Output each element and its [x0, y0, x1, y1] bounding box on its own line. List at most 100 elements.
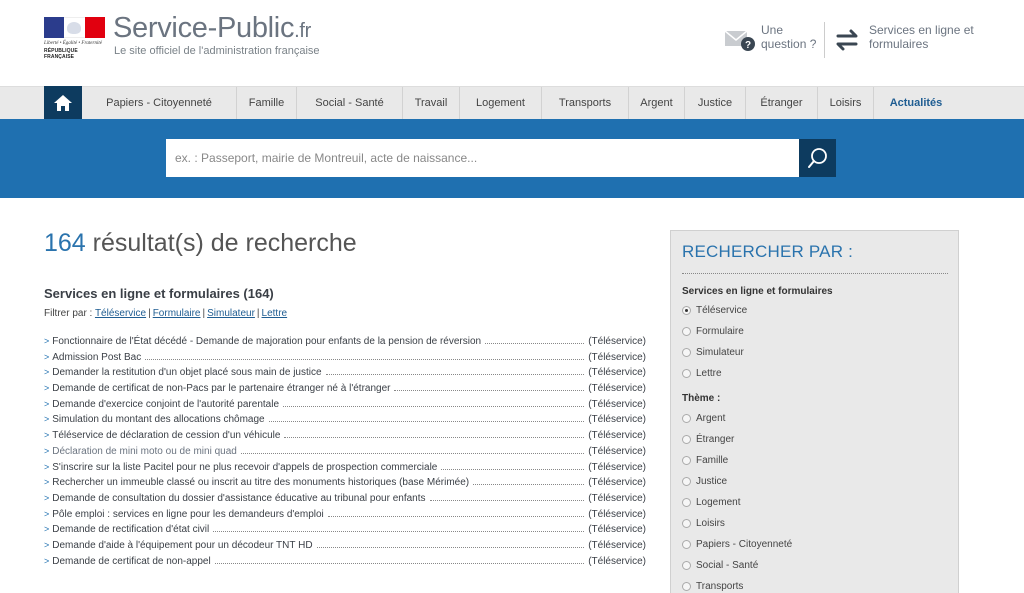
result-title[interactable]: Fonctionnaire de l'État décédé - Demande… [52, 336, 481, 347]
radio-button[interactable] [682, 305, 691, 315]
chevron-right-icon: > [44, 492, 50, 503]
result-title[interactable]: Rechercher un immeuble classé ou inscrit… [52, 477, 469, 488]
result-row[interactable]: > Téléservice de déclaration de cession d… [44, 430, 646, 446]
radio-button[interactable] [682, 518, 691, 528]
result-row[interactable]: > Demande de rectification d'état civil (T… [44, 524, 646, 540]
nav-item-argent[interactable]: Argent [629, 87, 685, 119]
radio-button[interactable] [682, 455, 691, 465]
radio-button[interactable] [682, 476, 691, 486]
radio-option-papiers[interactable]: Papiers - Citoyenneté [682, 537, 792, 551]
sidebar-title: RECHERCHER PAR : [682, 242, 854, 261]
radio-label: Justice [696, 475, 728, 487]
nav-item-transports[interactable]: Transports [542, 87, 629, 119]
filter-lettre-link[interactable]: Lettre [262, 308, 288, 319]
result-row[interactable]: > Admission Post Bac (Téléservice) [44, 352, 646, 368]
radio-button[interactable] [682, 497, 691, 507]
radio-button[interactable] [682, 413, 691, 423]
result-row[interactable]: > Demande de certificat de non-Pacs par l… [44, 383, 646, 399]
radio-label: Transports [696, 580, 744, 592]
filter-formulaire-link[interactable]: Formulaire [153, 308, 201, 319]
radio-option-formulaire[interactable]: Formulaire [682, 324, 744, 338]
radio-option-teleservice[interactable]: Téléservice [682, 303, 747, 317]
site-name: Service-Public [113, 12, 295, 44]
result-title[interactable]: Téléservice de déclaration de cession d'… [52, 430, 280, 441]
result-kind: (Téléservice) [588, 351, 646, 363]
result-row[interactable]: > S'inscrire sur la liste Pacitel pour ne… [44, 462, 646, 478]
result-row[interactable]: > Demande d'exercice conjoint de l'autori… [44, 399, 646, 415]
filter-label: Filtrer par : [44, 308, 93, 319]
radio-option-justice[interactable]: Justice [682, 474, 727, 488]
section-title: Services en ligne et formulaires (164) [44, 286, 274, 301]
nav-item-etranger[interactable]: Étranger [746, 87, 818, 119]
result-title[interactable]: Demande de consultation du dossier d'ass… [52, 493, 425, 504]
radio-label: Argent [696, 412, 726, 424]
radio-option-simulateur[interactable]: Simulateur [682, 345, 744, 359]
radio-button[interactable] [682, 347, 691, 357]
nav-item-loisirs[interactable]: Loisirs [818, 87, 874, 119]
nav-item-travail[interactable]: Travail [403, 87, 460, 119]
result-title[interactable]: S'inscrire sur la liste Pacitel pour ne … [52, 462, 437, 473]
nav-item-logement[interactable]: Logement [460, 87, 542, 119]
exchange-arrows-icon[interactable] [832, 27, 862, 53]
filter-teleservice-link[interactable]: Téléservice [95, 308, 146, 319]
radio-option-transports[interactable]: Transports [682, 579, 743, 593]
radio-button[interactable] [682, 434, 691, 444]
result-row[interactable]: > Demande de certificat de non-appel (Télé… [44, 556, 646, 572]
nav-item-actualites[interactable]: Actualités [874, 87, 958, 119]
result-row[interactable]: > Rechercher un immeuble classé ou inscri… [44, 477, 646, 493]
radio-button[interactable] [682, 581, 691, 591]
radio-option-lettre[interactable]: Lettre [682, 366, 722, 380]
radio-label: Logement [696, 496, 741, 508]
envelope-question-icon[interactable]: ? [724, 28, 756, 52]
nav-item-justice[interactable]: Justice [685, 87, 746, 119]
results-list: > Fonctionnaire de l'État décédé - Demand… [44, 336, 646, 571]
radio-label: Simulateur [696, 346, 744, 358]
result-title[interactable]: Simulation du montant des allocations ch… [52, 414, 264, 425]
search-input[interactable] [166, 139, 799, 177]
radio-option-argent[interactable]: Argent [682, 411, 725, 425]
result-title[interactable]: Pôle emploi : services en ligne pour les… [52, 509, 324, 520]
chevron-right-icon: > [44, 508, 50, 519]
nav-item-famille[interactable]: Famille [237, 87, 297, 119]
home-button[interactable] [44, 86, 82, 120]
result-kind: (Téléservice) [588, 383, 646, 395]
nav-item-papiers[interactable]: Papiers - Citoyenneté [82, 87, 237, 119]
question-link[interactable]: Une question ? [761, 23, 821, 51]
result-title[interactable]: Demander la restitution d'un objet placé… [52, 367, 321, 378]
marianne-logo[interactable] [44, 17, 105, 38]
radio-label: Famille [696, 454, 729, 466]
result-title[interactable]: Demande de certificat de non-appel [52, 556, 210, 567]
result-title[interactable]: Déclaration de mini moto ou de mini quad [52, 446, 237, 457]
filter-simulateur-link[interactable]: Simulateur [207, 308, 255, 319]
result-kind: (Téléservice) [588, 492, 646, 504]
nav-item-social-sante[interactable]: Social - Santé [297, 87, 403, 119]
filter-bar: Filtrer par : Téléservice | Formulaire | Sim… [44, 308, 288, 319]
result-row[interactable]: > Demander la restitution d'un objet plac… [44, 367, 646, 383]
result-row[interactable]: > Demande de consultation du dossier d'as… [44, 493, 646, 509]
search-button[interactable] [799, 139, 836, 177]
chevron-right-icon: > [44, 555, 50, 566]
result-row[interactable]: > Demande d'aide à l'équipement pour un d… [44, 540, 646, 556]
site-name-link[interactable]: Service-Public.fr [113, 12, 311, 45]
result-title[interactable]: Demande de rectification d'état civil [52, 524, 209, 535]
radio-option-social-sante[interactable]: Social - Santé [682, 558, 758, 572]
result-row[interactable]: > Déclaration de mini moto ou de mini qua… [44, 446, 646, 462]
services-online-link[interactable]: Services en ligne et formulaires [869, 23, 979, 51]
radio-option-famille[interactable]: Famille [682, 453, 728, 467]
result-title[interactable]: Demande d'aide à l'équipement pour un dé… [52, 540, 312, 551]
radio-option-loisirs[interactable]: Loisirs [682, 516, 725, 530]
result-row[interactable]: > Fonctionnaire de l'État décédé - Demand… [44, 336, 646, 352]
radio-option-etranger[interactable]: Étranger [682, 432, 734, 446]
result-title[interactable]: Demande d'exercice conjoint de l'autorit… [52, 399, 279, 410]
result-row[interactable]: > Simulation du montant des allocations c… [44, 414, 646, 430]
header-divider [824, 22, 825, 58]
radio-button[interactable] [682, 326, 691, 336]
result-kind: (Téléservice) [588, 508, 646, 520]
result-title[interactable]: Admission Post Bac [52, 352, 141, 363]
radio-option-logement[interactable]: Logement [682, 495, 740, 509]
result-row[interactable]: > Pôle emploi : services en ligne pour le… [44, 509, 646, 525]
radio-button[interactable] [682, 368, 691, 378]
radio-button[interactable] [682, 560, 691, 570]
result-title[interactable]: Demande de certificat de non-Pacs par le… [52, 383, 390, 394]
radio-button[interactable] [682, 539, 691, 549]
